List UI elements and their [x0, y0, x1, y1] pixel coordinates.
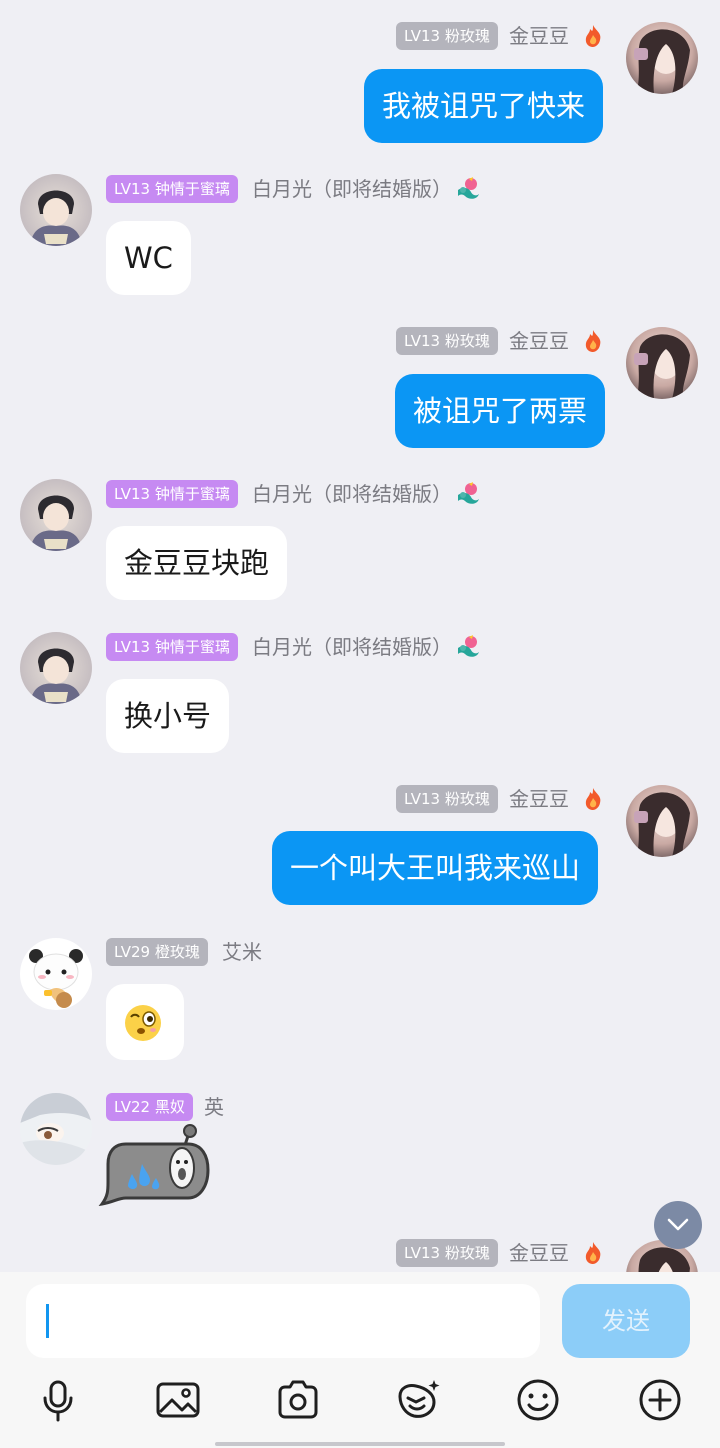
- camera-icon[interactable]: [274, 1376, 322, 1424]
- sender-name[interactable]: 白月光（即将结婚版）: [252, 480, 452, 508]
- level-badge: LV13 钟情于蜜璃: [106, 480, 238, 508]
- text-caret: [46, 1304, 49, 1338]
- image-icon[interactable]: [154, 1376, 202, 1424]
- sender-name[interactable]: 金豆豆: [509, 22, 569, 50]
- level-badge: LV13 粉玫瑰: [396, 1239, 498, 1267]
- avatar[interactable]: [626, 22, 698, 94]
- avatar[interactable]: [20, 938, 92, 1010]
- avatar[interactable]: [20, 479, 92, 551]
- surprised-emoji-icon: [125, 1005, 161, 1041]
- dragon-icon: [458, 635, 479, 657]
- plus-icon[interactable]: [636, 1376, 684, 1424]
- level-badge: LV13 粉玫瑰: [396, 785, 498, 813]
- flame-icon: [585, 788, 601, 810]
- level-badge: LV29 橙玫瑰: [106, 938, 208, 966]
- sweat-sticker[interactable]: [98, 1122, 210, 1206]
- avatar[interactable]: [20, 1093, 92, 1165]
- level-badge: LV13 粉玫瑰: [396, 22, 498, 50]
- message-input[interactable]: [26, 1284, 540, 1358]
- level-badge: LV22 黑奴: [106, 1093, 193, 1121]
- level-badge: LV13 粉玫瑰: [396, 327, 498, 355]
- sender-name[interactable]: 艾米: [222, 938, 262, 966]
- level-badge: LV13 钟情于蜜璃: [106, 175, 238, 203]
- mic-icon[interactable]: [34, 1376, 82, 1424]
- send-button[interactable]: 发送: [562, 1284, 690, 1358]
- dragon-icon: [458, 482, 479, 504]
- sender-name[interactable]: 白月光（即将结婚版）: [252, 633, 452, 661]
- input-panel: 发送: [0, 1272, 720, 1448]
- sender-name[interactable]: 金豆豆: [509, 327, 569, 355]
- avatar[interactable]: [626, 327, 698, 399]
- sender-name[interactable]: 金豆豆: [509, 785, 569, 813]
- message-bubble[interactable]: WC: [106, 221, 191, 295]
- scroll-to-bottom-button[interactable]: [654, 1201, 702, 1249]
- avatar[interactable]: [20, 632, 92, 704]
- chevron-down-icon: [667, 1218, 689, 1231]
- sticker-icon[interactable]: [394, 1376, 442, 1424]
- level-badge: LV13 钟情于蜜璃: [106, 633, 238, 661]
- avatar[interactable]: [20, 174, 92, 246]
- message-bubble[interactable]: 被诅咒了两票: [395, 374, 606, 448]
- home-indicator[interactable]: [215, 1442, 505, 1446]
- emoji-icon[interactable]: [514, 1376, 562, 1424]
- message-bubble[interactable]: [106, 984, 184, 1060]
- message-bubble[interactable]: 换小号: [106, 679, 230, 753]
- message-bubble[interactable]: 金豆豆块跑: [106, 526, 288, 600]
- sender-name[interactable]: 金豆豆: [509, 1239, 569, 1267]
- flame-icon: [585, 25, 601, 47]
- dragon-icon: [458, 177, 479, 199]
- flame-icon: [585, 1242, 601, 1264]
- message-bubble[interactable]: 我被诅咒了快来: [364, 69, 604, 143]
- sender-name[interactable]: 白月光（即将结婚版）: [252, 175, 452, 203]
- message-bubble[interactable]: 一个叫大王叫我来巡山: [272, 831, 599, 905]
- sender-name[interactable]: 英: [204, 1093, 224, 1121]
- flame-icon: [585, 330, 601, 352]
- avatar[interactable]: [626, 785, 698, 857]
